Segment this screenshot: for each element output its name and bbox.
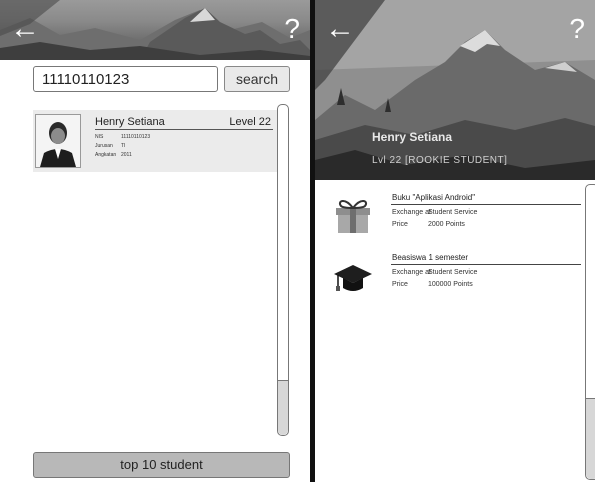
rewards-scrollbar[interactable] <box>585 184 595 480</box>
reward-item[interactable]: Beasiswa 1 semester Exchange at Student … <box>333 253 583 303</box>
profile-level: Lvl 22 [ROOKIE STUDENT] <box>372 155 508 166</box>
profile-name: Henry Setiana <box>372 130 453 144</box>
reward-price: Price 2000 Points <box>392 221 465 228</box>
field-jurusan: Jurusan TI <box>95 143 125 149</box>
student-result-row[interactable]: Henry Setiana Level 22 NIS 11110110123 Ju… <box>33 110 277 172</box>
search-screen: ← ? search Henry Setiana Level 22 NIS 111… <box>0 0 310 482</box>
reward-exchange: Exchange at Student Service <box>392 209 477 216</box>
scrollbar-thumb[interactable] <box>586 398 595 479</box>
field-nis: NIS 11110110123 <box>95 134 150 140</box>
help-icon[interactable]: ? <box>569 14 585 44</box>
reward-price: Price 100000 Points <box>392 281 473 288</box>
reward-exchange: Exchange at Student Service <box>392 269 477 276</box>
field-value: 2011 <box>121 152 132 158</box>
divider-line <box>391 264 581 265</box>
field-label: Price <box>392 221 408 228</box>
divider-line <box>391 204 581 205</box>
graduation-cap-icon <box>334 265 372 291</box>
help-icon[interactable]: ? <box>284 14 300 44</box>
reward-item[interactable]: Buku "Aplikasi Android" Exchange at Stud… <box>333 193 583 243</box>
field-label: NIS <box>95 134 104 140</box>
reward-title: Buku "Aplikasi Android" <box>392 193 476 202</box>
profile-banner: ← ? Henry Setiana Lvl 22 [ROOKIE STUDENT… <box>315 0 595 180</box>
header-banner: ← ? <box>0 0 310 60</box>
search-button[interactable]: search <box>224 66 290 92</box>
back-arrow-icon[interactable]: ← <box>325 14 355 44</box>
field-value: TI <box>121 143 126 149</box>
top-10-student-button[interactable]: top 10 student <box>33 452 290 478</box>
results-scrollbar[interactable] <box>277 104 289 436</box>
field-label: Angkatan <box>95 152 117 158</box>
reward-title: Beasiswa 1 semester <box>392 253 469 262</box>
student-name: Henry Setiana <box>95 116 165 128</box>
search-input[interactable] <box>33 66 218 92</box>
field-value: 11110110123 <box>121 134 151 140</box>
mountain-landscape <box>0 0 310 60</box>
field-value: 2000 Points <box>427 221 465 228</box>
field-value: 100000 Points <box>427 281 473 288</box>
student-photo <box>35 114 81 168</box>
student-level: Level 22 <box>229 116 271 128</box>
profile-screen: ← ? Henry Setiana Lvl 22 [ROOKIE STUDENT… <box>315 0 595 482</box>
mountain-landscape <box>315 0 595 180</box>
field-value: Student Service <box>427 209 478 216</box>
field-label: Price <box>392 281 408 288</box>
field-label: Exchange at <box>392 209 431 216</box>
back-arrow-icon[interactable]: ← <box>10 14 40 44</box>
field-angkatan: Angkatan 2011 <box>95 152 132 158</box>
field-value: Student Service <box>427 269 478 276</box>
scrollbar-thumb[interactable] <box>278 380 288 435</box>
field-label: Jurusan <box>95 143 113 149</box>
field-label: Exchange at <box>392 269 431 276</box>
gift-icon <box>336 200 370 233</box>
divider-line <box>95 129 273 130</box>
